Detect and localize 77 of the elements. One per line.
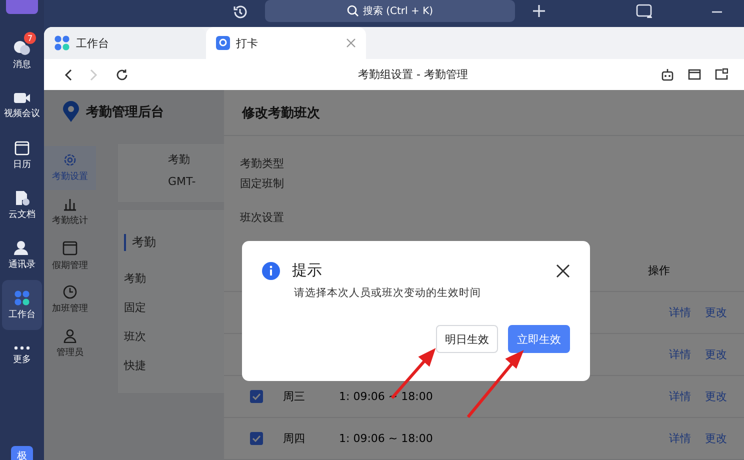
confirm-button[interactable]: 立即生效 xyxy=(508,325,570,353)
app-title: 考勤管理后台 xyxy=(86,104,164,121)
detail-link[interactable]: 详情 xyxy=(669,431,691,446)
day-label: 周三 xyxy=(283,389,306,404)
menu-item[interactable]: 管理员 xyxy=(44,322,96,366)
detail-link[interactable]: 详情 xyxy=(669,305,691,320)
person-icon xyxy=(13,240,31,256)
notification-screen-icon[interactable] xyxy=(636,4,654,20)
calendar-icon xyxy=(62,240,78,256)
checkbox[interactable] xyxy=(250,432,263,445)
secondary-button[interactable]: 明日生效 xyxy=(436,325,498,353)
four-dots-icon xyxy=(54,35,70,52)
detail-link[interactable]: 详情 xyxy=(669,347,691,362)
sidebar-item[interactable]: 云文档 xyxy=(2,180,42,230)
plus-icon[interactable] xyxy=(532,4,546,18)
field-text: 考勤 xyxy=(168,152,191,167)
minimize-icon[interactable] xyxy=(712,11,722,13)
dialog-title: 提示 xyxy=(292,261,322,280)
location-pin-icon xyxy=(216,36,230,50)
edit-link[interactable]: 更改 xyxy=(705,431,727,446)
location-pin-icon xyxy=(62,101,80,123)
field-text: 快捷 xyxy=(124,358,147,373)
edit-link[interactable]: 更改 xyxy=(705,347,727,362)
four-dots-icon xyxy=(14,290,30,306)
drawer-title: 修改考勤班次 xyxy=(242,104,320,122)
more-icon xyxy=(13,344,31,350)
field-label: 考勤类型 xyxy=(240,156,285,172)
chat-bubbles-icon xyxy=(13,40,31,56)
menu-item[interactable]: 加班管理 xyxy=(44,278,96,322)
detail-link[interactable]: 详情 xyxy=(669,389,691,404)
menu-item[interactable]: 考勤设置 xyxy=(44,146,96,190)
robot-icon[interactable] xyxy=(661,68,674,82)
field-value: 固定班制 xyxy=(240,176,285,192)
user-avatar[interactable]: 极 xyxy=(11,446,33,460)
close-button[interactable] xyxy=(556,264,570,278)
browser-tab[interactable]: 打卡 xyxy=(206,27,366,60)
edit-link[interactable]: 更改 xyxy=(705,389,727,404)
sidebar-item[interactable]: 消息 7 xyxy=(2,30,42,80)
window-icon[interactable] xyxy=(688,68,701,82)
day-label: 周四 xyxy=(283,431,306,446)
person-icon xyxy=(63,329,77,343)
clock-icon xyxy=(63,285,77,299)
gear-icon xyxy=(63,153,77,167)
sidebar-item[interactable]: 日历 xyxy=(2,130,42,180)
menu-item[interactable]: 考勤统计 xyxy=(44,190,96,234)
document-icon xyxy=(14,190,30,206)
column-header: 操作 xyxy=(648,263,670,278)
sidebar-item[interactable]: 视频会议 xyxy=(2,80,42,130)
calendar-icon xyxy=(14,140,30,156)
annotation-arrow xyxy=(390,348,436,399)
picture-in-picture-icon[interactable] xyxy=(715,68,728,82)
field-text: GMT- xyxy=(168,175,197,188)
annotation-arrow xyxy=(466,350,524,418)
field-text: 班次 xyxy=(124,329,147,344)
video-camera-icon xyxy=(13,90,31,104)
search-icon xyxy=(346,5,359,17)
app-logo xyxy=(6,0,38,14)
checkbox[interactable] xyxy=(250,390,263,403)
page-title: 考勤组设置 - 考勤管理 xyxy=(358,67,468,82)
bar-chart-icon xyxy=(63,197,77,211)
dialog-message: 请选择本次人员或班次变动的生效时间 xyxy=(294,286,482,300)
history-icon[interactable] xyxy=(232,4,248,20)
reload-icon[interactable] xyxy=(116,68,128,81)
section-label: 班次设置 xyxy=(240,210,285,226)
unread-badge: 7 xyxy=(24,32,36,44)
close-icon[interactable] xyxy=(346,38,356,48)
sidebar-item[interactable]: 通讯录 xyxy=(2,230,42,280)
field-text: 考勤 xyxy=(124,271,147,286)
info-icon xyxy=(262,262,280,280)
sidebar-item[interactable]: 工作台 xyxy=(2,280,42,330)
back-icon[interactable] xyxy=(64,68,72,81)
edit-link[interactable]: 更改 xyxy=(705,305,727,320)
sidebar-item[interactable]: 更多 xyxy=(2,330,42,380)
search-field[interactable]: 搜索 (Ctrl + K) xyxy=(265,0,515,22)
menu-item[interactable]: 假期管理 xyxy=(44,234,96,278)
field-text: 固定 xyxy=(124,300,147,315)
time-range: 1: 09:06 ~ 18:00 xyxy=(339,432,434,445)
